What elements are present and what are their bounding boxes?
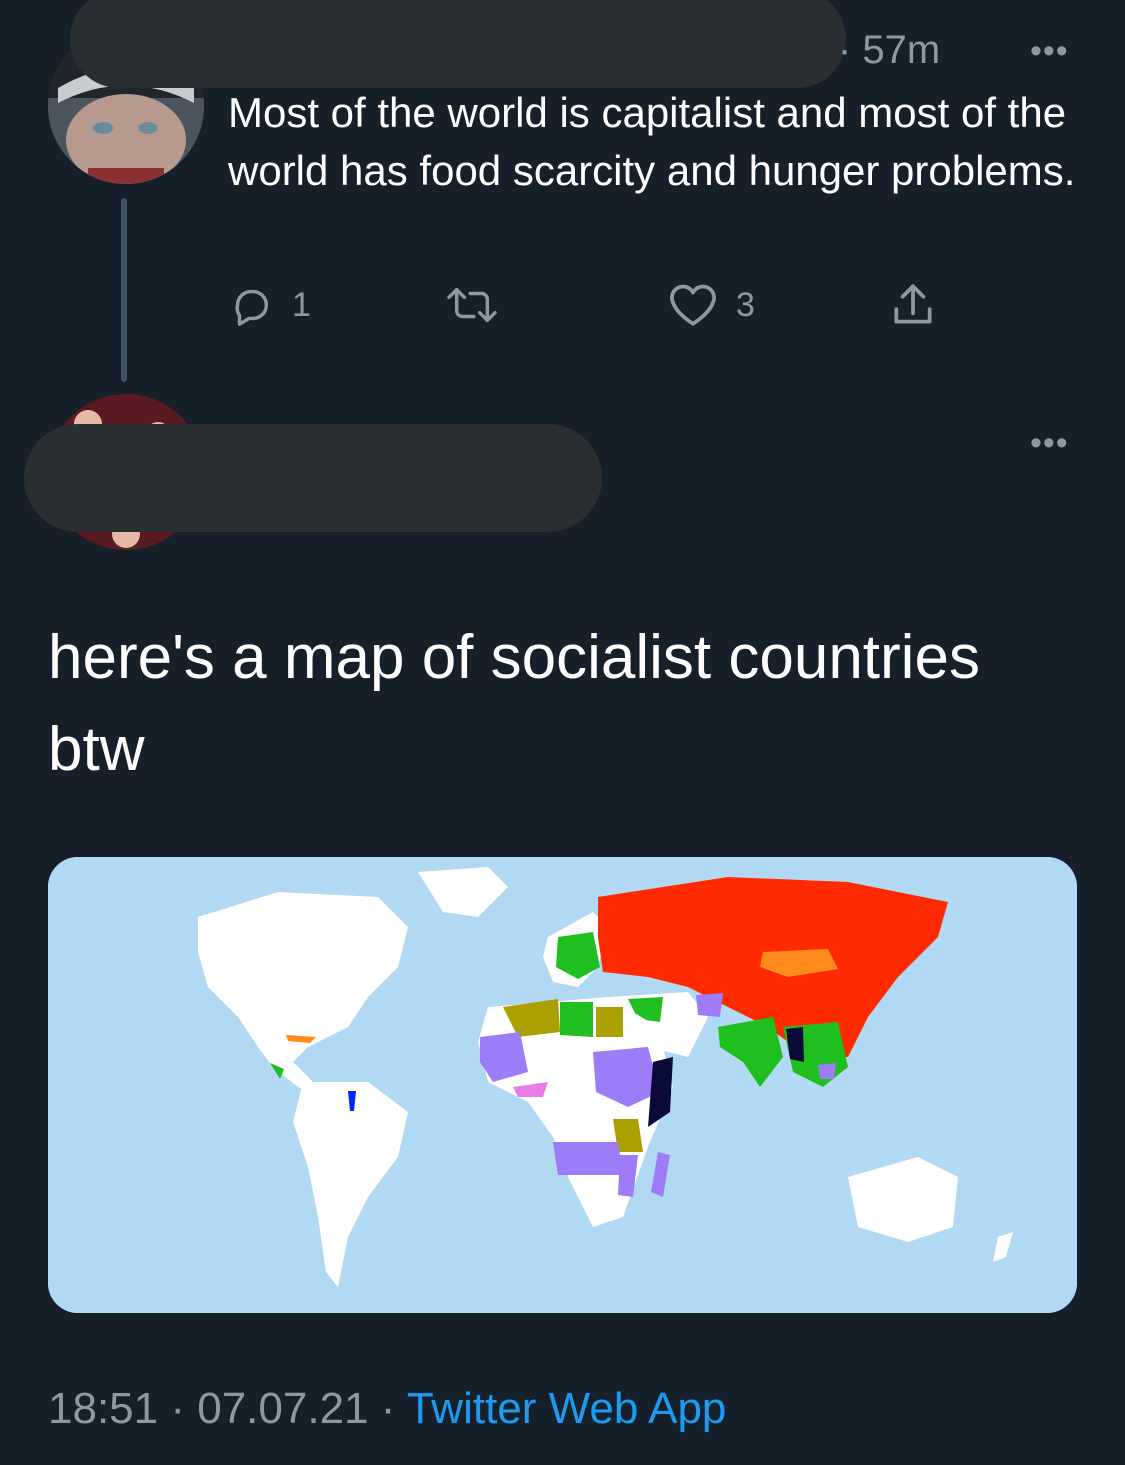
tweet-date[interactable]: 07.07.21 — [197, 1384, 368, 1433]
more-options-icon[interactable]: ••• — [1030, 424, 1069, 463]
like-count: 3 — [736, 285, 755, 324]
tweet-metadata: 18:51 · 07.07.21 · Twitter Web App — [48, 1384, 726, 1434]
tweet-timestamp[interactable]: · 57m — [838, 28, 940, 73]
tweet-image-world-map[interactable] — [48, 857, 1077, 1313]
tweet-time[interactable]: 18:51 — [48, 1384, 158, 1433]
reply-button[interactable]: 1 — [228, 278, 311, 332]
tweet-text: here's a map of socialist countries btw — [48, 623, 980, 784]
tweet-actions: 1 3 — [228, 278, 988, 332]
redacted-name-bar — [70, 0, 846, 88]
like-button[interactable]: 3 — [668, 278, 755, 332]
meta-separator: · — [380, 1384, 396, 1433]
heart-icon — [668, 282, 718, 328]
thread-connector-line — [121, 198, 127, 382]
tweet-text: Most of the world is capitalist and most… — [228, 89, 1076, 194]
retweet-icon — [442, 282, 502, 328]
meta-separator: · — [170, 1384, 185, 1433]
reply-icon — [228, 282, 274, 328]
more-options-icon[interactable]: ••• — [1030, 32, 1069, 71]
tweet-source-link[interactable]: Twitter Web App — [407, 1384, 727, 1433]
share-icon — [888, 280, 938, 330]
share-button[interactable] — [888, 278, 938, 332]
redacted-name-bar — [24, 424, 602, 532]
reply-count: 1 — [292, 285, 311, 324]
retweet-button[interactable] — [442, 278, 520, 332]
